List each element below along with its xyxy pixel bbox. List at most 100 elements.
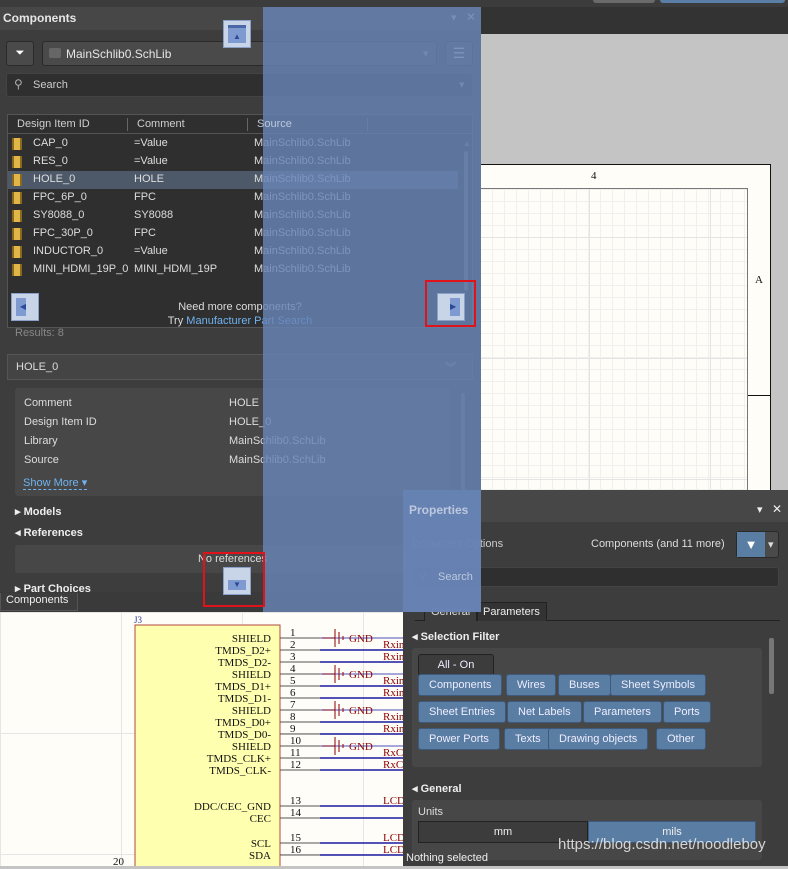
- document-bar: [480, 7, 788, 34]
- pin-name: SHIELD: [232, 741, 271, 753]
- document-tab-active[interactable]: [660, 0, 785, 3]
- pin-number: 5: [290, 675, 296, 687]
- gnd-label: GND: [349, 633, 373, 645]
- cell-design-item-id: FPC_30P_0: [33, 227, 93, 239]
- net-label[interactable]: Rxin: [383, 687, 405, 699]
- try-text: Try: [167, 315, 184, 327]
- pin-number: 11: [290, 747, 301, 759]
- properties-scrollbar[interactable]: [769, 638, 774, 694]
- dock-top-icon[interactable]: ▲: [223, 20, 251, 48]
- pin-number: 13: [290, 795, 302, 807]
- net-label[interactable]: Rxin: [383, 675, 405, 687]
- filter-chip[interactable]: Components: [418, 674, 503, 696]
- filter-chip[interactable]: Wires: [506, 674, 557, 696]
- col-design-item-id[interactable]: Design Item ID: [17, 118, 90, 130]
- pin-name: TMDS_CLK+: [207, 753, 271, 765]
- gnd-label: GND: [349, 741, 373, 753]
- document-tab[interactable]: [593, 0, 655, 3]
- prop-value: HOLE: [229, 397, 259, 409]
- filter-chip[interactable]: Power Ports: [418, 728, 500, 750]
- pin-number: 6: [290, 687, 296, 699]
- col-source[interactable]: Source: [257, 118, 292, 130]
- filter-chip[interactable]: Sheet Entries: [418, 701, 507, 723]
- filter-button[interactable]: ⏷: [6, 41, 34, 66]
- filter-chip[interactable]: Drawing objects: [548, 728, 649, 750]
- schematic-canvas[interactable]: J3 SHIELD 1 GND TMDS_D2+ 2 Rxin TMDS_D2- 3 Rxin SH…: [0, 612, 405, 869]
- net-label[interactable]: Rxin: [383, 639, 405, 651]
- pin-number: 3: [290, 651, 296, 663]
- pin-number: 12: [290, 759, 301, 771]
- filter-chip[interactable]: Ports: [663, 701, 711, 723]
- filter-chip[interactable]: Sheet Symbols: [610, 674, 706, 696]
- panel-title: Components: [3, 11, 77, 25]
- filter-chip[interactable]: Buses: [558, 674, 611, 696]
- pin-number: 9: [290, 723, 296, 735]
- prop-key: Comment: [24, 397, 72, 409]
- pin-number: 4: [290, 663, 296, 675]
- search-placeholder: Search: [438, 571, 473, 583]
- component-icon: [12, 264, 22, 276]
- dock-left-icon[interactable]: ◀: [11, 293, 39, 321]
- cell-comment: HOLE: [134, 173, 164, 185]
- cell-design-item-id: CAP_0: [33, 137, 68, 149]
- cell-comment: MINI_HDMI_19P: [134, 263, 218, 275]
- component-icon: [12, 246, 22, 258]
- schematic-sheet-grid[interactable]: [480, 188, 748, 504]
- component-icon: [12, 210, 22, 222]
- net-label[interactable]: Rxin: [383, 711, 405, 723]
- cell-design-item-id: RES_0: [33, 155, 68, 167]
- pin-name: SDA: [249, 850, 271, 862]
- show-more-link[interactable]: Show More ▾: [23, 476, 88, 490]
- net-label[interactable]: LCD: [383, 795, 405, 807]
- pin-number: 7: [290, 699, 296, 711]
- zone-divider: [748, 395, 771, 396]
- library-name: MainSchlib0.SchLib: [66, 47, 172, 61]
- net-label[interactable]: LCD: [383, 844, 405, 856]
- pin-number: 14: [290, 807, 302, 819]
- cell-comment: FPC: [134, 227, 156, 239]
- component-icon: [12, 174, 22, 186]
- cell-design-item-id: FPC_6P_0: [33, 191, 87, 203]
- pin-number: 8: [290, 711, 296, 723]
- pin-number: 10: [290, 735, 302, 747]
- cell-comment: =Value: [134, 137, 168, 149]
- panel-menu-icon[interactable]: ▾: [757, 503, 763, 516]
- tab-parameters[interactable]: Parameters: [477, 602, 547, 621]
- component-icon: [12, 156, 22, 168]
- net-label[interactable]: LCD: [383, 832, 405, 844]
- filter-chip[interactable]: Net Labels: [507, 701, 582, 723]
- units-label: Units: [418, 806, 444, 818]
- references-section[interactable]: ◂ References: [15, 526, 83, 539]
- pin-name: SHIELD: [232, 669, 271, 681]
- highlight-box: [203, 552, 265, 607]
- prop-key: Library: [24, 435, 58, 447]
- filter-dropdown-button[interactable]: ▼ ▾: [736, 531, 779, 558]
- pin-name: SCL: [251, 838, 271, 850]
- pin-name: TMDS_D2+: [215, 645, 271, 657]
- components-bottom-tab[interactable]: Components: [0, 593, 78, 611]
- net-label[interactable]: Rxin: [383, 651, 405, 663]
- selection-filter-section[interactable]: ◂ Selection Filter: [412, 630, 499, 643]
- pin-number: 15: [290, 832, 302, 844]
- models-section[interactable]: ▸ Models: [15, 505, 61, 518]
- net-label[interactable]: RxC: [383, 747, 403, 759]
- pin-number: 1: [290, 627, 296, 639]
- net-label[interactable]: RxC: [383, 759, 403, 771]
- component-icon: [12, 192, 22, 204]
- filter-chip[interactable]: Parameters: [583, 701, 662, 723]
- net-label[interactable]: Rxin: [383, 723, 405, 735]
- component-icon: [12, 138, 22, 150]
- cell-design-item-id: INDUCTOR_0: [33, 245, 104, 257]
- pin-name: SHIELD: [232, 633, 271, 645]
- watermark: https://blog.csdn.net/noodleboy: [558, 836, 766, 853]
- chevron-down-icon: ▾: [768, 539, 774, 551]
- close-icon[interactable]: ✕: [772, 502, 782, 516]
- component-icon: [12, 228, 22, 240]
- gnd-label: GND: [349, 705, 373, 717]
- filter-chip[interactable]: Other: [656, 728, 706, 750]
- pin-name: TMDS_D1-: [218, 693, 272, 705]
- filter-chip[interactable]: Texts: [504, 728, 552, 750]
- all-on-button[interactable]: All - On: [418, 654, 494, 676]
- general-section[interactable]: ◂ General: [412, 782, 462, 795]
- col-comment[interactable]: Comment: [137, 118, 185, 130]
